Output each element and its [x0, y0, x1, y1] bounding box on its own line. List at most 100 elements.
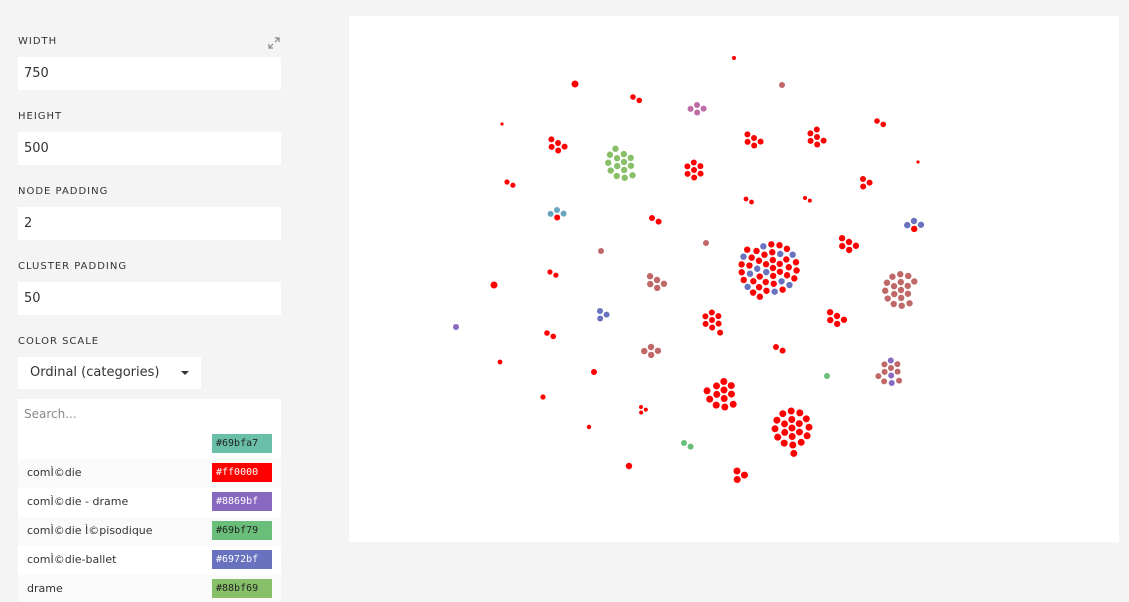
node[interactable] — [755, 283, 763, 291]
node[interactable] — [763, 287, 770, 294]
color-swatch[interactable]: #69bf79 — [212, 521, 272, 540]
node[interactable] — [703, 240, 709, 246]
node[interactable] — [833, 312, 841, 320]
node[interactable] — [833, 320, 841, 328]
cluster-bubble-chart[interactable] — [349, 16, 1119, 542]
node[interactable] — [795, 428, 803, 436]
node[interactable] — [781, 420, 789, 428]
node[interactable] — [627, 162, 635, 169]
node[interactable] — [762, 261, 770, 268]
node[interactable] — [636, 97, 643, 104]
node[interactable] — [888, 379, 895, 386]
node[interactable] — [916, 160, 920, 164]
node[interactable] — [897, 271, 904, 278]
node[interactable] — [786, 281, 793, 289]
node[interactable] — [783, 245, 791, 253]
node[interactable] — [627, 154, 634, 162]
node[interactable] — [803, 196, 807, 200]
node[interactable] — [647, 280, 654, 288]
node[interactable] — [860, 183, 867, 190]
node[interactable] — [773, 344, 779, 350]
node[interactable] — [773, 416, 781, 424]
node[interactable] — [647, 343, 655, 351]
node[interactable] — [717, 329, 724, 336]
node[interactable] — [881, 378, 888, 385]
node[interactable] — [769, 264, 777, 272]
node[interactable] — [653, 276, 661, 284]
node[interactable] — [889, 273, 896, 280]
node[interactable] — [774, 433, 782, 441]
cluster-padding-input[interactable]: 50 — [18, 282, 281, 315]
node[interactable] — [803, 432, 811, 440]
node[interactable] — [897, 294, 905, 302]
node[interactable] — [744, 246, 751, 253]
node[interactable] — [779, 286, 786, 293]
color-swatch[interactable]: #8869bf — [212, 492, 272, 511]
node[interactable] — [629, 172, 636, 179]
node[interactable] — [603, 311, 610, 318]
color-swatch[interactable]: #88bf69 — [212, 579, 272, 598]
node[interactable] — [571, 80, 579, 88]
node[interactable] — [776, 268, 784, 275]
node[interactable] — [751, 135, 757, 141]
node[interactable] — [762, 278, 769, 286]
node[interactable] — [880, 121, 887, 128]
node[interactable] — [746, 262, 753, 269]
node[interactable] — [691, 167, 697, 173]
node[interactable] — [820, 137, 827, 144]
node[interactable] — [887, 357, 894, 364]
node[interactable] — [840, 316, 848, 323]
color-swatch[interactable]: #69bfa7 — [212, 434, 272, 453]
node[interactable] — [845, 246, 853, 254]
node[interactable] — [453, 324, 459, 330]
search-input[interactable]: Search... — [18, 399, 281, 430]
node[interactable] — [881, 361, 888, 368]
node[interactable] — [884, 295, 891, 302]
node[interactable] — [776, 260, 783, 268]
node[interactable] — [783, 272, 791, 279]
node[interactable] — [639, 410, 644, 415]
node[interactable] — [586, 424, 592, 430]
node[interactable] — [896, 377, 903, 384]
node[interactable] — [814, 134, 820, 140]
node[interactable] — [702, 320, 709, 327]
node[interactable] — [715, 320, 722, 327]
node[interactable] — [780, 439, 788, 447]
node[interactable] — [807, 137, 814, 144]
node[interactable] — [703, 387, 711, 395]
node[interactable] — [788, 416, 796, 424]
node[interactable] — [754, 265, 761, 272]
node[interactable] — [881, 368, 888, 375]
node[interactable] — [751, 142, 758, 149]
node[interactable] — [713, 390, 721, 398]
node[interactable] — [781, 428, 789, 436]
node[interactable] — [814, 141, 821, 148]
node[interactable] — [694, 109, 701, 116]
node[interactable] — [788, 424, 796, 432]
node[interactable] — [845, 238, 853, 246]
node[interactable] — [897, 278, 905, 286]
node[interactable] — [547, 269, 553, 275]
node[interactable] — [700, 105, 707, 112]
node[interactable] — [550, 333, 557, 340]
node[interactable] — [597, 308, 603, 314]
node[interactable] — [620, 150, 628, 158]
node[interactable] — [727, 382, 735, 390]
node[interactable] — [755, 257, 763, 264]
node[interactable] — [720, 378, 728, 386]
node[interactable] — [897, 286, 905, 294]
node[interactable] — [757, 138, 764, 145]
node[interactable] — [904, 282, 911, 290]
node[interactable] — [740, 471, 748, 479]
height-input[interactable]: 500 — [18, 132, 281, 165]
node[interactable] — [544, 330, 550, 336]
node[interactable] — [681, 440, 687, 446]
node[interactable] — [740, 276, 747, 284]
node[interactable] — [738, 269, 745, 276]
node[interactable] — [709, 324, 716, 331]
node[interactable] — [646, 273, 654, 280]
node[interactable] — [890, 300, 897, 308]
node[interactable] — [785, 264, 792, 271]
node[interactable] — [890, 283, 898, 290]
node[interactable] — [655, 218, 662, 225]
